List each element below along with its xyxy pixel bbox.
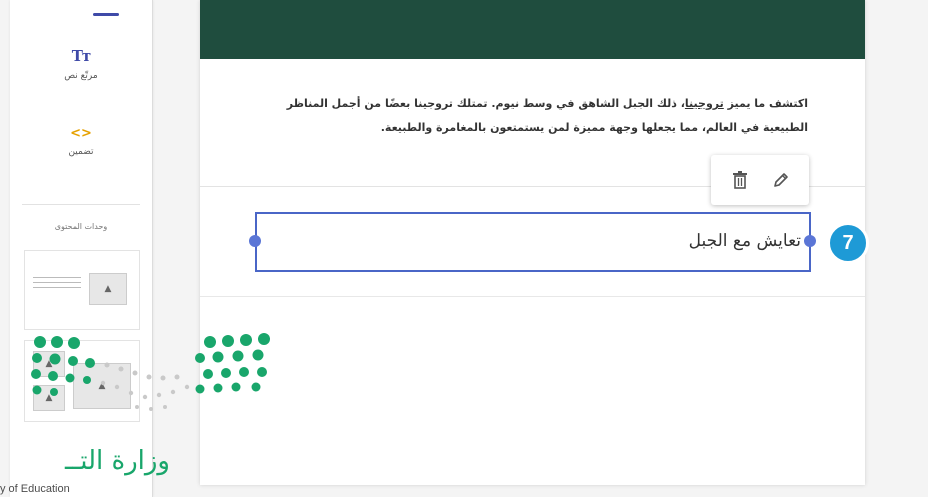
content-blocks-title: وحدات المحتوى [54, 222, 108, 231]
sidebar-top-indicator [93, 13, 119, 16]
paragraph-link[interactable]: تروجينا [685, 97, 724, 110]
title-field-box[interactable] [255, 212, 811, 272]
title-input[interactable] [299, 230, 803, 252]
ministry-name-english: y of Education [0, 483, 70, 495]
section-divider [200, 296, 865, 297]
embed-code-icon: <> [70, 126, 92, 141]
ministry-name-arabic: وزارة التــ [64, 446, 170, 476]
text-format-tool[interactable]: Tт مرتّع نص [10, 47, 152, 81]
step-number-badge: 7 [827, 222, 869, 264]
layout-text-image-card[interactable]: ▲ [24, 250, 140, 330]
image-icon: ▲ [89, 273, 127, 305]
embed-label: تضمين [68, 147, 94, 157]
left-resize-handle[interactable] [249, 235, 261, 247]
paragraph-text-start: اكتشف ما يميز [723, 97, 808, 110]
delete-button[interactable] [727, 167, 753, 193]
right-resize-handle[interactable] [804, 235, 816, 247]
layout-text-lines [33, 277, 81, 292]
text-format-icon: Tт [71, 47, 91, 65]
block-toolbar [711, 155, 809, 205]
edit-button[interactable] [768, 167, 794, 193]
pencil-icon [773, 173, 788, 187]
sidebar-divider [22, 204, 140, 205]
form-card: اكتشف ما يميز تروجينا، ذلك الجبل الشاهق … [200, 0, 865, 485]
text-format-label: مرتّع نص [64, 71, 98, 81]
embed-tool[interactable]: <> تضمين [10, 126, 152, 157]
header-banner [200, 0, 865, 59]
trash-icon [732, 171, 747, 189]
description-paragraph[interactable]: اكتشف ما يميز تروجينا، ذلك الجبل الشاهق … [240, 92, 808, 140]
